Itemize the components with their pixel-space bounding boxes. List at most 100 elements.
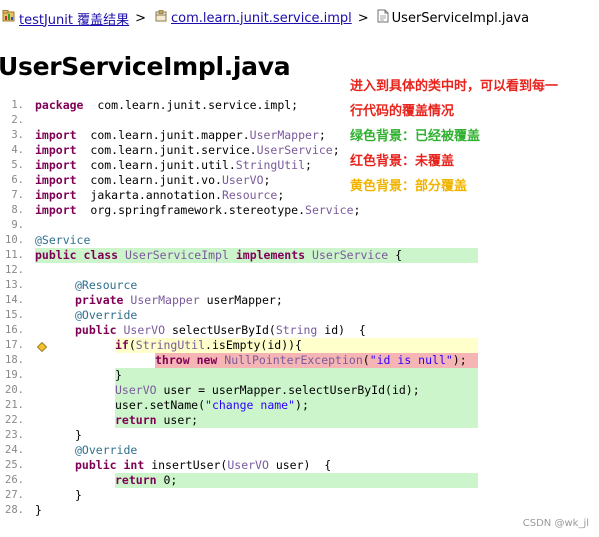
code-token: userMapper; [199,293,283,307]
code-token: 0; [156,473,178,487]
code-token: import [35,188,77,202]
code-token: package [35,98,84,112]
code-text-covered: public class UserServiceImpl implements … [35,248,478,263]
code-token: user.setName( [115,398,206,412]
line-number: 25. [0,458,34,473]
code-line: 22. return user; [0,413,599,428]
line-number: 10. [0,233,34,248]
code-token: } [75,428,82,442]
code-token: import [35,158,77,172]
line-number: 18. [0,353,34,368]
line-number-text: 27. [5,489,24,501]
code-token: com.learn.junit.mapper. [76,128,250,142]
code-token: UserService [256,143,333,157]
code-token: jakarta.annotation. [76,188,222,202]
code-token: StringUtil [235,158,306,172]
line-number-text: 25. [5,459,24,471]
line-number: 3. [0,128,34,143]
code-token: com.learn.junit.service. [76,143,257,157]
code-token: implements [235,248,306,262]
watermark: CSDN @wk_jl [522,518,589,529]
code-token: StringUtil [135,338,206,352]
line-number: 24. [0,443,34,458]
code-token: new [196,353,218,367]
line-number: 2. [0,113,34,128]
source-code-view: 1. package com.learn.junit.service.impl; 2… [0,98,599,518]
code-line: 4. import com.learn.junit.service.UserSer… [0,143,599,158]
code-token: insertUser( [144,458,228,472]
line-number: 21. [0,398,34,413]
code-token: user; [156,413,199,427]
code-token: ; [332,143,340,157]
line-number-text: 22. [5,414,24,426]
code-text: import org.springframework.stereotype.Se… [35,203,360,218]
code-text: private UserMapper userMapper; [75,293,283,308]
line-number-text: 15. [5,309,24,321]
line-number: 14. [0,293,34,308]
line-number: 22. [0,413,34,428]
partial-branch-icon[interactable] [36,341,48,353]
breadcrumb-link-package[interactable]: com.learn.junit.service.impl [171,11,352,26]
code-text: import com.learn.junit.vo.UserVO; [35,173,270,188]
code-token: "change name" [205,398,296,412]
line-number-text: 8. [11,204,24,216]
code-token: public [75,458,117,472]
code-line: 8. import org.springframework.stereotype.… [0,203,599,218]
line-number: 17. [0,338,34,353]
code-token: import [35,173,77,187]
source-file-icon [377,9,389,27]
code-line: 14. private UserMapper userMapper; [0,293,599,308]
line-number-text: 18. [5,354,24,366]
line-number-text: 12. [5,264,24,276]
code-token: @Resource [75,278,138,292]
code-line: 3. import com.learn.junit.mapper.UserMapp… [0,128,599,143]
code-token: "id is null" [369,353,453,367]
code-line: 12. [0,263,599,278]
line-number-text: 16. [5,324,24,336]
code-token: @Override [75,443,138,457]
code-token: user) { [268,458,332,472]
code-line: 15. @Override [0,308,599,323]
code-token: if [115,338,129,352]
line-number: 1. [0,98,34,113]
line-number-text: 26. [5,474,24,486]
line-number-text: 4. [11,144,24,156]
code-line: 16. public UserVO selectUserById(String i… [0,323,599,338]
code-token: UserVO [221,173,264,187]
code-token: id) { [317,323,366,337]
code-token: ( [362,353,370,367]
code-token: org.springframework.stereotype. [76,203,306,217]
line-number-text: 11. [5,249,24,261]
code-token: UserServiceImpl [125,248,229,262]
line-number-text: 9. [11,219,24,231]
line-number: 15. [0,308,34,323]
package-icon [154,9,168,27]
code-line: 9. [0,218,599,233]
code-token: UserMapper [130,293,200,307]
code-text-covered: UserVO user = userMapper.selectUserById(… [115,383,478,398]
breadcrumb-link-report[interactable]: testJunit 覆盖结果 [19,9,129,28]
code-line: 6. import com.learn.junit.vo.UserVO; [0,173,599,188]
code-line: 27.} [0,488,599,503]
code-token: UserService [312,248,389,262]
code-text-covered: return 0; [115,473,478,488]
code-text: @Resource [75,278,137,293]
line-number-text: 14. [5,294,24,306]
code-token: selectUserById( [165,323,276,337]
code-token: ( [128,338,136,352]
code-line: 24. @Override [0,443,599,458]
code-line: 28.} [0,503,599,518]
code-token: UserVO [227,458,269,472]
line-number-text: 17. [5,339,24,351]
line-number-text: 3. [11,129,24,141]
code-token: com.learn.junit.util. [76,158,236,172]
code-token: } [35,503,42,517]
code-token: int [123,458,145,472]
line-number: 26. [0,473,34,488]
code-line: 2. [0,113,599,128]
code-text: } [75,428,82,443]
code-line: 1. package com.learn.junit.service.impl; [0,98,599,113]
breadcrumb-separator: > [357,10,369,26]
code-text-covered: user.setName("change name"); [115,398,478,413]
